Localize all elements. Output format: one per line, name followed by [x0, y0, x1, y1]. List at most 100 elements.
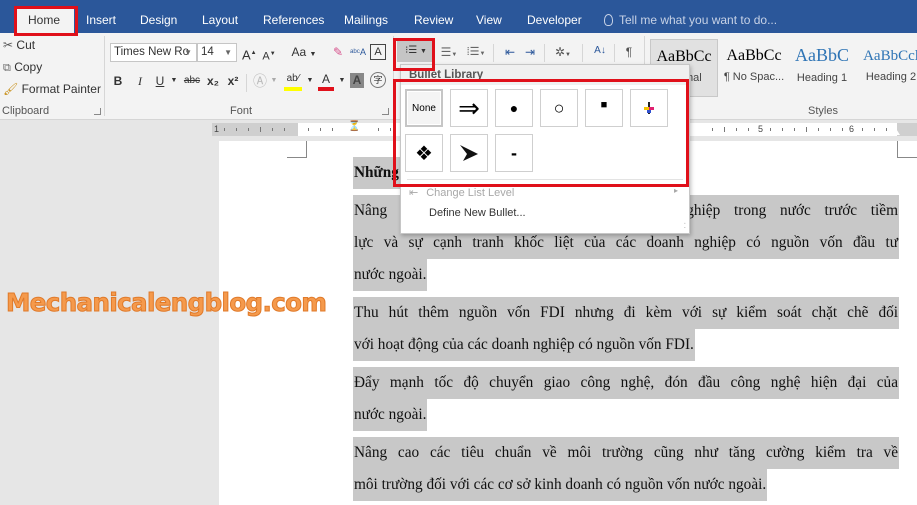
strikethrough-button[interactable]: abc: [182, 73, 202, 89]
double-arrow-icon: ⇒: [458, 92, 480, 123]
define-new-bullet-menu-item[interactable]: Define New Bullet...: [429, 207, 526, 219]
tab-insert[interactable]: Insert: [80, 8, 122, 33]
copy-label: Copy: [14, 60, 43, 74]
bullet-option-color-star[interactable]: [630, 89, 668, 127]
italic-button[interactable]: I: [134, 73, 146, 89]
tab-home[interactable]: Home: [14, 8, 74, 33]
bullet-option-square[interactable]: ■: [585, 89, 623, 127]
shrink-font-icon[interactable]: A▼: [262, 46, 276, 65]
underline-dropdown-caret[interactable]: ▼: [170, 73, 178, 89]
increase-indent-icon[interactable]: ⇥: [522, 44, 538, 60]
style-no-spacing[interactable]: AaBbCc ¶ No Spac...: [720, 39, 788, 97]
right-indent-marker[interactable]: [890, 127, 900, 135]
chevron-down-icon[interactable]: ▼: [306, 73, 314, 89]
bold-button[interactable]: B: [112, 73, 124, 89]
title-bar: [0, 0, 917, 6]
numbering-button[interactable]: ☰▼: [438, 44, 460, 63]
clear-formatting-icon[interactable]: ✎: [330, 44, 346, 60]
decrease-indent-icon[interactable]: ⇤: [502, 44, 518, 60]
change-case-button[interactable]: Aa ▼: [290, 44, 318, 63]
bullet-option-four-diamonds[interactable]: ❖: [405, 134, 443, 172]
tab-layout[interactable]: Layout: [196, 8, 244, 33]
text-line: môi trường đối với các cơ sở kinh doanh …: [353, 469, 768, 501]
ruler-tick: [842, 128, 843, 131]
style-heading-1[interactable]: AaBbC Heading 1: [788, 39, 856, 97]
copy-icon: ⧉: [3, 62, 11, 74]
chevron-down-icon: ▼: [184, 48, 192, 57]
superscript-button[interactable]: x²: [226, 73, 240, 89]
scissors-icon: ✂: [3, 38, 14, 52]
ruler-tick: [260, 127, 261, 132]
ruler-tick: [782, 128, 783, 131]
underline-button[interactable]: U: [154, 73, 166, 89]
ruler-tick: [308, 128, 309, 131]
bullet-option-none[interactable]: None: [405, 89, 443, 127]
font-size-value: 14: [201, 46, 214, 58]
arrowhead-icon: [460, 145, 478, 161]
chevron-down-icon[interactable]: ▼: [338, 73, 346, 89]
separator: [582, 44, 583, 62]
ruler-tick: [830, 128, 831, 131]
character-border-icon[interactable]: A: [370, 44, 386, 60]
change-list-level-label: Change List Level: [426, 187, 515, 199]
tab-developer[interactable]: Developer: [521, 8, 588, 33]
text-line: Nâng cao các tiêu chuẩn về môi trường cũ…: [353, 437, 899, 469]
bullet-option-arrowhead[interactable]: [450, 134, 488, 172]
menu-separator: [407, 179, 683, 180]
resize-grip-icon[interactable]: ⁚: [684, 222, 686, 230]
tab-mailings[interactable]: Mailings: [338, 8, 394, 33]
paragraph: Nâng cao các tiêu chuẩn về môi trường cũ…: [353, 437, 899, 501]
subscript-button[interactable]: x₂: [206, 73, 220, 89]
ruler-tick: [236, 128, 237, 131]
styles-group-label: Styles: [808, 105, 838, 117]
tell-me-text: Tell me what you want to do...: [619, 13, 778, 27]
ruler-tick: [886, 128, 887, 131]
style-name: Heading 1: [796, 72, 848, 84]
bullet-option-dash[interactable]: -: [495, 134, 533, 172]
text-line: với hoạt động của các doanh nghiệp có ng…: [353, 329, 695, 361]
text-effects-icon[interactable]: Ⓐ: [252, 73, 268, 89]
show-formatting-marks-icon[interactable]: ¶: [622, 44, 636, 60]
ruler-margin-right: [897, 123, 917, 136]
grow-font-icon[interactable]: A▲: [242, 45, 257, 63]
tab-references[interactable]: References: [257, 8, 330, 33]
phonetic-guide-icon[interactable]: ᵃᵇᶜA: [350, 44, 366, 60]
ruler-label: 1: [214, 124, 220, 134]
bullets-button[interactable]: ⁝☰ ▼: [397, 40, 435, 62]
multilevel-list-button[interactable]: ⁞☰▼: [464, 44, 488, 62]
font-dialog-launcher[interactable]: [382, 108, 389, 115]
enclose-characters-icon[interactable]: 字: [370, 72, 386, 88]
asian-layout-icon[interactable]: ✲▼: [552, 44, 574, 63]
highlight-color-icon[interactable]: ab⁄: [284, 71, 302, 91]
filled-circle-icon: ●: [509, 100, 519, 116]
font-color-icon[interactable]: A: [318, 71, 334, 91]
clipboard-dialog-launcher[interactable]: [94, 108, 101, 115]
sort-icon[interactable]: A↓: [592, 43, 608, 59]
cut-label: Cut: [16, 38, 36, 52]
format-painter-label: Format Painter: [21, 82, 101, 96]
tab-design[interactable]: Design: [134, 8, 183, 33]
first-line-indent-marker[interactable]: ⏳: [348, 122, 360, 136]
copy-button[interactable]: ⧉ Copy: [3, 60, 42, 75]
style-sample: AaBbC: [795, 45, 849, 65]
ruler-tick: [874, 128, 875, 131]
chevron-down-icon[interactable]: ▼: [270, 73, 278, 89]
font-name-select[interactable]: Times New Ro ▼: [110, 43, 197, 62]
paragraph: Thu hút thêm nguồn vốn FDI nhưng đi kèm …: [353, 297, 899, 361]
format-painter-button[interactable]: 🖌 Format Painter: [3, 82, 101, 96]
style-sample: AaBbCcl: [863, 48, 917, 64]
bullet-list-icon: ⁝☰: [405, 45, 418, 56]
separator: [246, 74, 247, 92]
bullet-option-double-arrow[interactable]: ⇒: [450, 89, 488, 127]
tab-review[interactable]: Review: [408, 8, 459, 33]
style-heading-2[interactable]: AaBbCcl Heading 2: [856, 39, 917, 97]
change-list-level-menu-item[interactable]: ⇤ Change List Level ▸: [409, 186, 678, 199]
tell-me-search[interactable]: Tell me what you want to do...: [604, 8, 777, 33]
tab-view[interactable]: View: [470, 8, 508, 33]
character-shading-icon[interactable]: A: [350, 73, 364, 88]
font-size-select[interactable]: 14 ▼: [197, 43, 237, 62]
bullet-option-filled-circle[interactable]: ●: [495, 89, 533, 127]
square-icon: ■: [600, 99, 608, 111]
cut-button[interactable]: ✂ Cut: [3, 38, 35, 52]
bullet-option-hollow-circle[interactable]: ○: [540, 89, 578, 127]
